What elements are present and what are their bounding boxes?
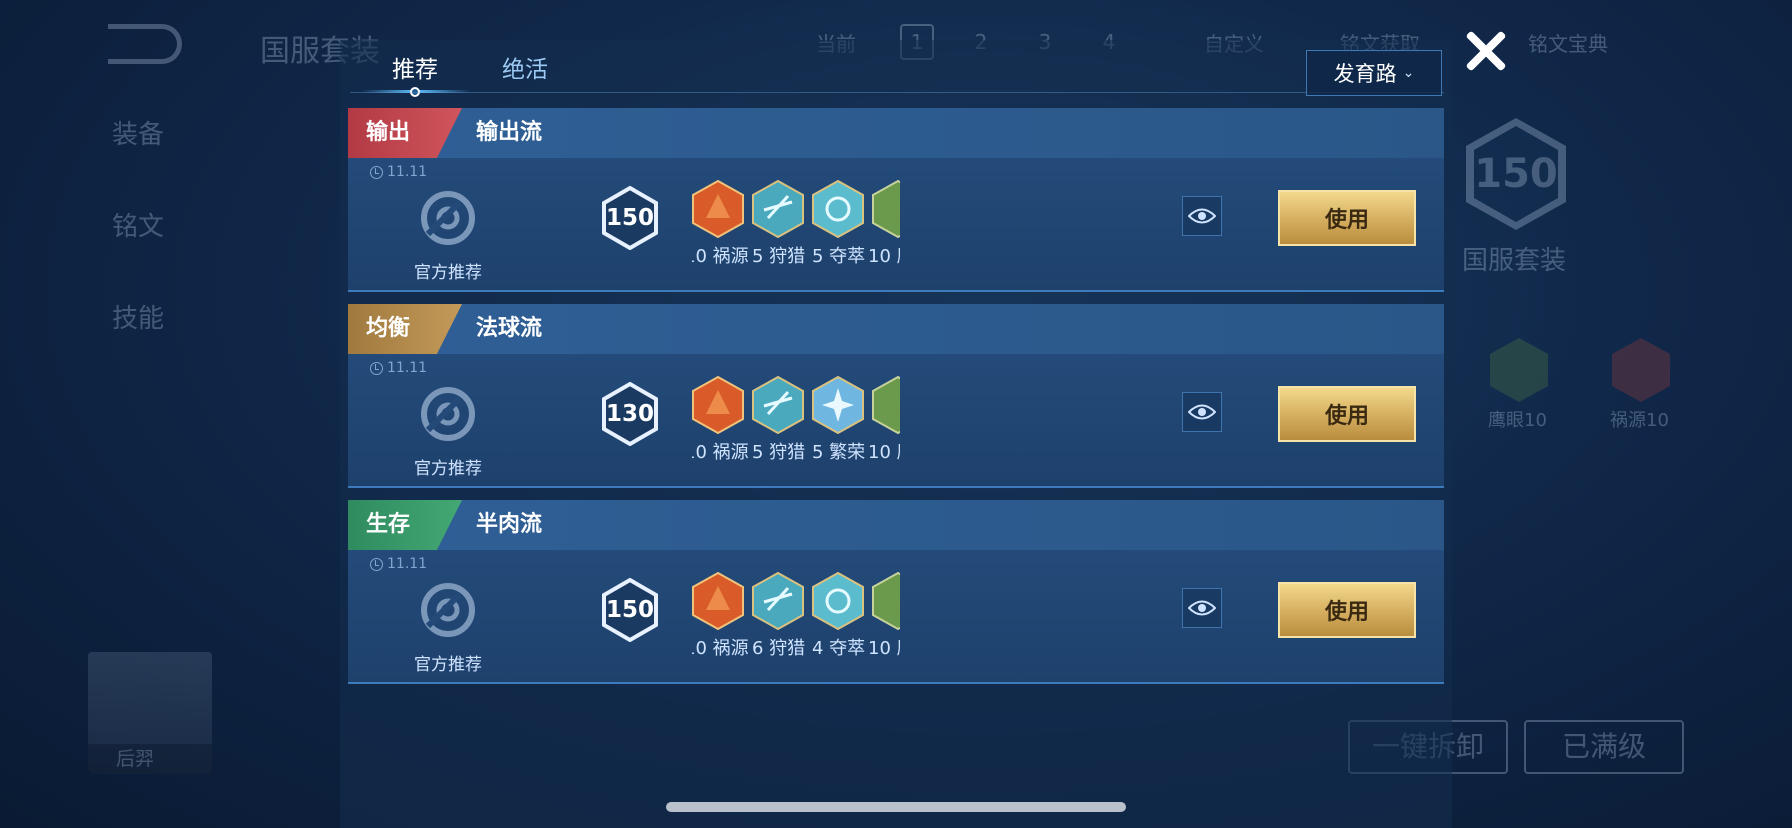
- official-recommend-icon: [421, 387, 475, 441]
- lane-dropdown-label: 发育路: [1333, 62, 1397, 86]
- rune-label: 4 夺萃: [812, 638, 866, 659]
- set-name: 半肉流: [476, 512, 543, 537]
- preview-eye-icon[interactable]: [1182, 196, 1222, 236]
- rune-label: 10 鹰眼: [868, 638, 900, 659]
- update-date: 11.11: [370, 360, 427, 376]
- set-card-survival: 生存 半肉流 11.11 官方推荐 150 10 祸源 6 狩猎 4 夺萃 1: [348, 500, 1444, 684]
- rune-label: 6 狩猎: [752, 638, 806, 659]
- rune-yingyan-icon: [872, 376, 900, 434]
- chevron-down-icon: ⌄: [1402, 65, 1415, 81]
- inscription-level: 130: [605, 401, 654, 427]
- clock-icon: [370, 557, 383, 571]
- bg-gem-label: 祸源10: [1610, 410, 1669, 431]
- set-name: 法球流: [476, 316, 543, 341]
- official-recommend-icon: [421, 191, 475, 245]
- rune-duocui-icon: [812, 572, 864, 630]
- rune-yingyan-icon: [872, 572, 900, 630]
- close-icon[interactable]: [1464, 28, 1508, 72]
- rune-huoyuan-icon: [692, 572, 744, 630]
- rune-shoulie-icon: [752, 180, 804, 238]
- set-card-output: 输出 输出流 11.11 官方推荐 150 10 祸源 5 狩猎 5 夺萃 1: [348, 108, 1444, 292]
- preview-eye-icon[interactable]: [1182, 392, 1222, 432]
- rune-label: 10 鹰眼: [868, 442, 900, 463]
- eye-icon: [1188, 404, 1216, 420]
- use-button[interactable]: 使用: [1278, 190, 1416, 246]
- rune-huoyuan-icon: [692, 376, 744, 434]
- home-indicator[interactable]: [666, 802, 1126, 812]
- rune-label: 10 祸源: [692, 638, 749, 659]
- use-button[interactable]: 使用: [1278, 386, 1416, 442]
- hero-name: 后羿: [88, 744, 212, 774]
- rune-list: 10 祸源 6 狩猎 4 夺萃 10 鹰眼: [692, 572, 900, 684]
- rune-duocui-icon: [812, 180, 864, 238]
- tab-mastery[interactable]: 绝活: [502, 50, 548, 84]
- rune-label: 10 祸源: [692, 442, 749, 463]
- eye-icon: [1188, 600, 1216, 616]
- source-label: 官方推荐: [414, 459, 482, 479]
- tab-recommend[interactable]: 推荐: [392, 50, 438, 84]
- rune-fanrong-icon: [812, 376, 864, 434]
- rune-label: 5 夺萃: [812, 246, 866, 267]
- inscription-level: 150: [605, 597, 654, 623]
- rune-shoulie-icon: [752, 572, 804, 630]
- rune-yingyan-icon: [872, 180, 900, 238]
- preview-eye-icon[interactable]: [1182, 588, 1222, 628]
- bg-codex-label[interactable]: 铭文宝典: [1528, 28, 1608, 57]
- rune-huoyuan-icon: [692, 180, 744, 238]
- header-divider: [350, 92, 1444, 93]
- set-name: 输出流: [476, 120, 543, 145]
- update-date: 11.11: [370, 164, 427, 180]
- rune-label: 10 鹰眼: [868, 246, 900, 267]
- nav-skills[interactable]: 技能: [112, 298, 164, 335]
- bg-gem-icon: [1612, 338, 1670, 402]
- lane-dropdown[interactable]: 发育路 ⌄: [1306, 50, 1442, 96]
- source-label: 官方推荐: [414, 263, 482, 283]
- rune-list: 10 祸源 5 狩猎 5 繁荣 10 鹰眼: [692, 376, 900, 488]
- rune-shoulie-icon: [752, 376, 804, 434]
- rune-label: 5 狩猎: [752, 246, 806, 267]
- bg-gem-label: 鹰眼10: [1488, 410, 1547, 431]
- bg-level-badge: 150: [1466, 118, 1566, 230]
- rune-label: 10 祸源: [692, 246, 749, 267]
- inscription-level: 150: [605, 205, 654, 231]
- rune-list: 10 祸源 5 狩猎 5 夺萃 10 鹰眼: [692, 180, 900, 292]
- max-level-button[interactable]: 已满级: [1524, 720, 1684, 774]
- clock-icon: [370, 165, 383, 179]
- source-label: 官方推荐: [414, 655, 482, 675]
- nav-inscription[interactable]: 铭文: [112, 206, 164, 243]
- official-recommend-icon: [421, 583, 475, 637]
- clock-icon: [370, 361, 383, 375]
- use-button[interactable]: 使用: [1278, 582, 1416, 638]
- back-icon[interactable]: [108, 24, 182, 64]
- rune-label: 5 狩猎: [752, 442, 806, 463]
- bg-gem-icon: [1490, 338, 1548, 402]
- nav-equipment[interactable]: 装备: [112, 114, 164, 151]
- rune-label: 5 繁荣: [812, 442, 866, 463]
- bg-set-name: 国服套装: [1462, 246, 1567, 276]
- update-date: 11.11: [370, 556, 427, 572]
- eye-icon: [1188, 208, 1216, 224]
- set-card-balance: 均衡 法球流 11.11 官方推荐 130 10 祸源 5 狩猎 5 繁荣 1: [348, 304, 1444, 488]
